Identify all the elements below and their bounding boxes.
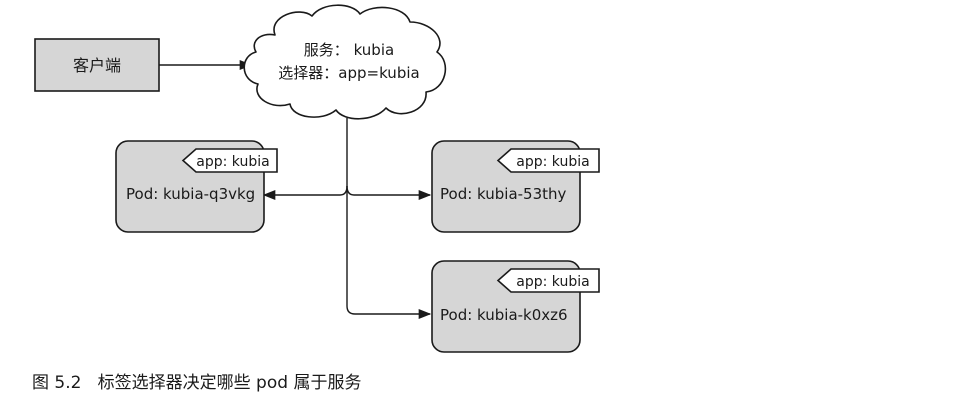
pod-label-text: app: kubia: [516, 274, 589, 290]
pod-label-text: app: kubia: [516, 154, 589, 170]
label-tag: app: kubia: [181, 148, 278, 173]
service-connectors: [262, 118, 432, 320]
arrow-to-pod-left: [262, 185, 348, 201]
pod-name: Pod: kubia-q3vkg: [126, 185, 255, 203]
arrow-to-pod-right-bottom: [346, 186, 432, 320]
label-tag: app: kubia: [496, 268, 600, 293]
service-name-label: 服务： kubia: [304, 41, 394, 59]
label-tag: app: kubia: [496, 148, 600, 173]
arrow-to-pod-right-top: [346, 185, 432, 201]
diagram: 客户端 服务： kubia 选择器：app=kubia app: kubia P…: [34, 4, 600, 353]
service-cloud: 服务： kubia 选择器：app=kubia: [243, 4, 447, 120]
pod-name: Pod: kubia-k0xz6: [440, 306, 568, 324]
pod-box-53thy: app: kubia Pod: kubia-53thy: [431, 140, 600, 233]
pod-box-k0xz6: app: kubia Pod: kubia-k0xz6: [431, 260, 600, 353]
pod-label-text: app: kubia: [196, 154, 269, 170]
service-selector-label: 选择器：app=kubia: [278, 64, 419, 82]
pod-name: Pod: kubia-53thy: [440, 185, 567, 203]
client-box: 客户端: [34, 38, 160, 92]
client-label: 客户端: [73, 56, 121, 75]
pod-box-q3vkg: app: kubia Pod: kubia-q3vkg: [115, 140, 278, 233]
figure-caption: 图 5.2 标签选择器决定哪些 pod 属于服务: [32, 373, 362, 393]
